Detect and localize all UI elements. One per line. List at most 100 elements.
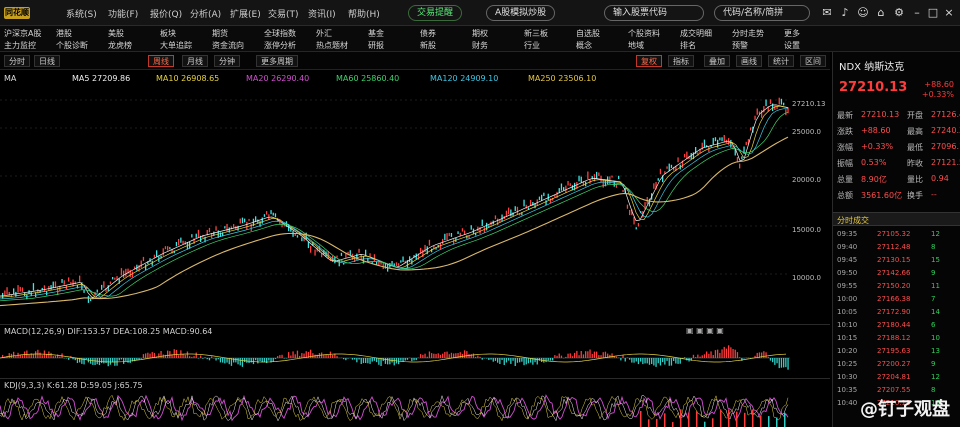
nav-item-3[interactable]: 板块 bbox=[160, 28, 176, 39]
indicator-button[interactable]: 指标 bbox=[668, 55, 694, 67]
menu-extend[interactable]: 扩展(E) bbox=[230, 7, 261, 20]
nav-sub-item-10[interactable]: 行业 bbox=[524, 40, 540, 51]
nav-item-12[interactable]: 个股资料 bbox=[628, 28, 660, 39]
macd-bar bbox=[248, 358, 250, 363]
kdj-bar bbox=[696, 411, 698, 427]
nav-sub-item-8[interactable]: 新股 bbox=[420, 40, 436, 51]
tick-row[interactable]: 09:35 27105.32 12 bbox=[837, 230, 957, 242]
menu-info[interactable]: 资讯(I) bbox=[308, 7, 336, 20]
macd-bar bbox=[776, 358, 778, 364]
nav-sub-item-15[interactable]: 设置 bbox=[784, 40, 800, 51]
macd-bar bbox=[204, 357, 206, 358]
tick-row[interactable]: 09:55 27150.20 11 bbox=[837, 282, 957, 294]
stock-code-search[interactable]: 输入股票代码 bbox=[604, 5, 704, 21]
menu-analysis[interactable]: 分析(A) bbox=[190, 7, 221, 20]
candle bbox=[596, 171, 598, 179]
nav-sub-item-6[interactable]: 热点题材 bbox=[316, 40, 348, 51]
menu-system[interactable]: 系统(S) bbox=[66, 7, 97, 20]
nav-item-9[interactable]: 期权 bbox=[472, 28, 488, 39]
nav-item-10[interactable]: 新三板 bbox=[524, 28, 548, 39]
user-icon[interactable]: ☺ bbox=[856, 6, 870, 20]
candle bbox=[618, 175, 620, 180]
candle bbox=[87, 295, 90, 303]
nav-sub-item-1[interactable]: 个股诊断 bbox=[56, 40, 88, 51]
price-chart[interactable] bbox=[0, 86, 830, 322]
macd-bar bbox=[389, 358, 391, 365]
menu-quote[interactable]: 报价(Q) bbox=[150, 7, 182, 20]
sim-trade-pill[interactable]: A股模拟炒股 bbox=[486, 5, 556, 21]
nav-sub-item-4[interactable]: 资金流向 bbox=[212, 40, 244, 51]
nav-sub-item-0[interactable]: 主力监控 bbox=[4, 40, 36, 51]
overlay-button[interactable]: 叠加 bbox=[704, 55, 730, 67]
draw-line-button[interactable]: 画线 bbox=[736, 55, 762, 67]
close-icon[interactable]: × bbox=[942, 6, 956, 20]
macd-bar bbox=[512, 358, 514, 361]
macd-chart[interactable] bbox=[0, 338, 830, 378]
range-button[interactable]: 区间 bbox=[800, 55, 826, 67]
tick-row[interactable]: 10:15 27188.12 10 bbox=[837, 334, 957, 346]
nav-sub-item-12[interactable]: 地域 bbox=[628, 40, 644, 51]
stock-name-search[interactable]: 代码/名称/简拼 bbox=[714, 5, 810, 21]
tick-row[interactable]: 09:50 27142.66 9 bbox=[837, 269, 957, 281]
bell-icon[interactable]: ♪ bbox=[838, 6, 852, 20]
nav-item-6[interactable]: 外汇 bbox=[316, 28, 332, 39]
candle bbox=[239, 218, 241, 224]
nav-sub-item-7[interactable]: 研报 bbox=[368, 40, 384, 51]
macd-settings-icon[interactable]: ▣ ▣ ▣ ▣ bbox=[686, 326, 724, 335]
tick-t: 10:05 bbox=[837, 308, 858, 316]
menu-help[interactable]: 帮助(H) bbox=[348, 7, 380, 20]
nav-sub-item-14[interactable]: 预警 bbox=[732, 40, 748, 51]
adjust-button[interactable]: 复权 bbox=[636, 55, 662, 67]
menu-function[interactable]: 功能(F) bbox=[108, 7, 138, 20]
nav-item-15[interactable]: 更多 bbox=[784, 28, 800, 39]
minimize-icon[interactable]: – bbox=[910, 6, 924, 20]
nav-item-7[interactable]: 基金 bbox=[368, 28, 384, 39]
nav-item-14[interactable]: 分时走势 bbox=[732, 28, 764, 39]
statistics-button[interactable]: 统计 bbox=[768, 55, 794, 67]
tick-row[interactable]: 09:45 27130.15 15 bbox=[837, 256, 957, 268]
period-daily-button[interactable]: 日线 bbox=[34, 55, 60, 67]
nav-sub-item-5[interactable]: 涨停分析 bbox=[264, 40, 296, 51]
home-icon[interactable]: ⌂ bbox=[874, 6, 888, 20]
candle bbox=[468, 236, 470, 239]
nav-sub-item-2[interactable]: 龙虎榜 bbox=[108, 40, 132, 51]
macd-bar bbox=[354, 358, 356, 360]
period-more-button[interactable]: 更多周期 bbox=[256, 55, 298, 67]
nav-item-0[interactable]: 沪深京A股 bbox=[4, 28, 41, 39]
kdj-bar bbox=[784, 412, 786, 427]
nav-item-11[interactable]: 自选股 bbox=[576, 28, 600, 39]
candle bbox=[120, 268, 123, 276]
period-intraday-button[interactable]: 分时 bbox=[4, 55, 30, 67]
nav-sub-item-9[interactable]: 财务 bbox=[472, 40, 488, 51]
trade-alert-pill[interactable]: 交易提醒 bbox=[408, 5, 463, 21]
index-price: 27210.13 bbox=[839, 80, 908, 95]
nav-item-13[interactable]: 成交明细 bbox=[680, 28, 712, 39]
nav-item-1[interactable]: 港股 bbox=[56, 28, 72, 39]
macd-bar bbox=[169, 351, 171, 358]
tick-row[interactable]: 10:05 27172.90 14 bbox=[837, 308, 957, 320]
tick-row[interactable]: 10:00 27166.38 7 bbox=[837, 295, 957, 307]
tick-row[interactable]: 10:10 27180.44 6 bbox=[837, 321, 957, 333]
kdj-chart[interactable] bbox=[0, 390, 830, 427]
period-monthly-button[interactable]: 月线 bbox=[182, 55, 208, 67]
tick-row[interactable]: 10:30 27204.81 12 bbox=[837, 373, 957, 385]
tick-row[interactable]: 09:40 27112.48 8 bbox=[837, 243, 957, 255]
nav-sub-item-13[interactable]: 排名 bbox=[680, 40, 696, 51]
nav-sub-item-3[interactable]: 大单追踪 bbox=[160, 40, 192, 51]
kdj-bar bbox=[744, 412, 746, 427]
nav-item-5[interactable]: 全球指数 bbox=[264, 28, 296, 39]
period-minute-button[interactable]: 分钟 bbox=[214, 55, 240, 67]
kdj-bar bbox=[704, 421, 706, 427]
nav-item-8[interactable]: 债券 bbox=[420, 28, 436, 39]
tick-row[interactable]: 10:20 27195.63 13 bbox=[837, 347, 957, 359]
mail-icon[interactable]: ✉ bbox=[820, 6, 834, 20]
period-weekly-button[interactable]: 周线 bbox=[148, 55, 174, 67]
kdj-bar bbox=[648, 419, 650, 427]
settings-icon[interactable]: ⚙ bbox=[892, 6, 906, 20]
maximize-icon[interactable]: □ bbox=[926, 6, 940, 20]
tick-row[interactable]: 10:25 27200.27 9 bbox=[837, 360, 957, 372]
menu-trade[interactable]: 交易(T) bbox=[268, 7, 299, 20]
nav-sub-item-11[interactable]: 概念 bbox=[576, 40, 592, 51]
nav-item-2[interactable]: 美股 bbox=[108, 28, 124, 39]
nav-item-4[interactable]: 期货 bbox=[212, 28, 228, 39]
